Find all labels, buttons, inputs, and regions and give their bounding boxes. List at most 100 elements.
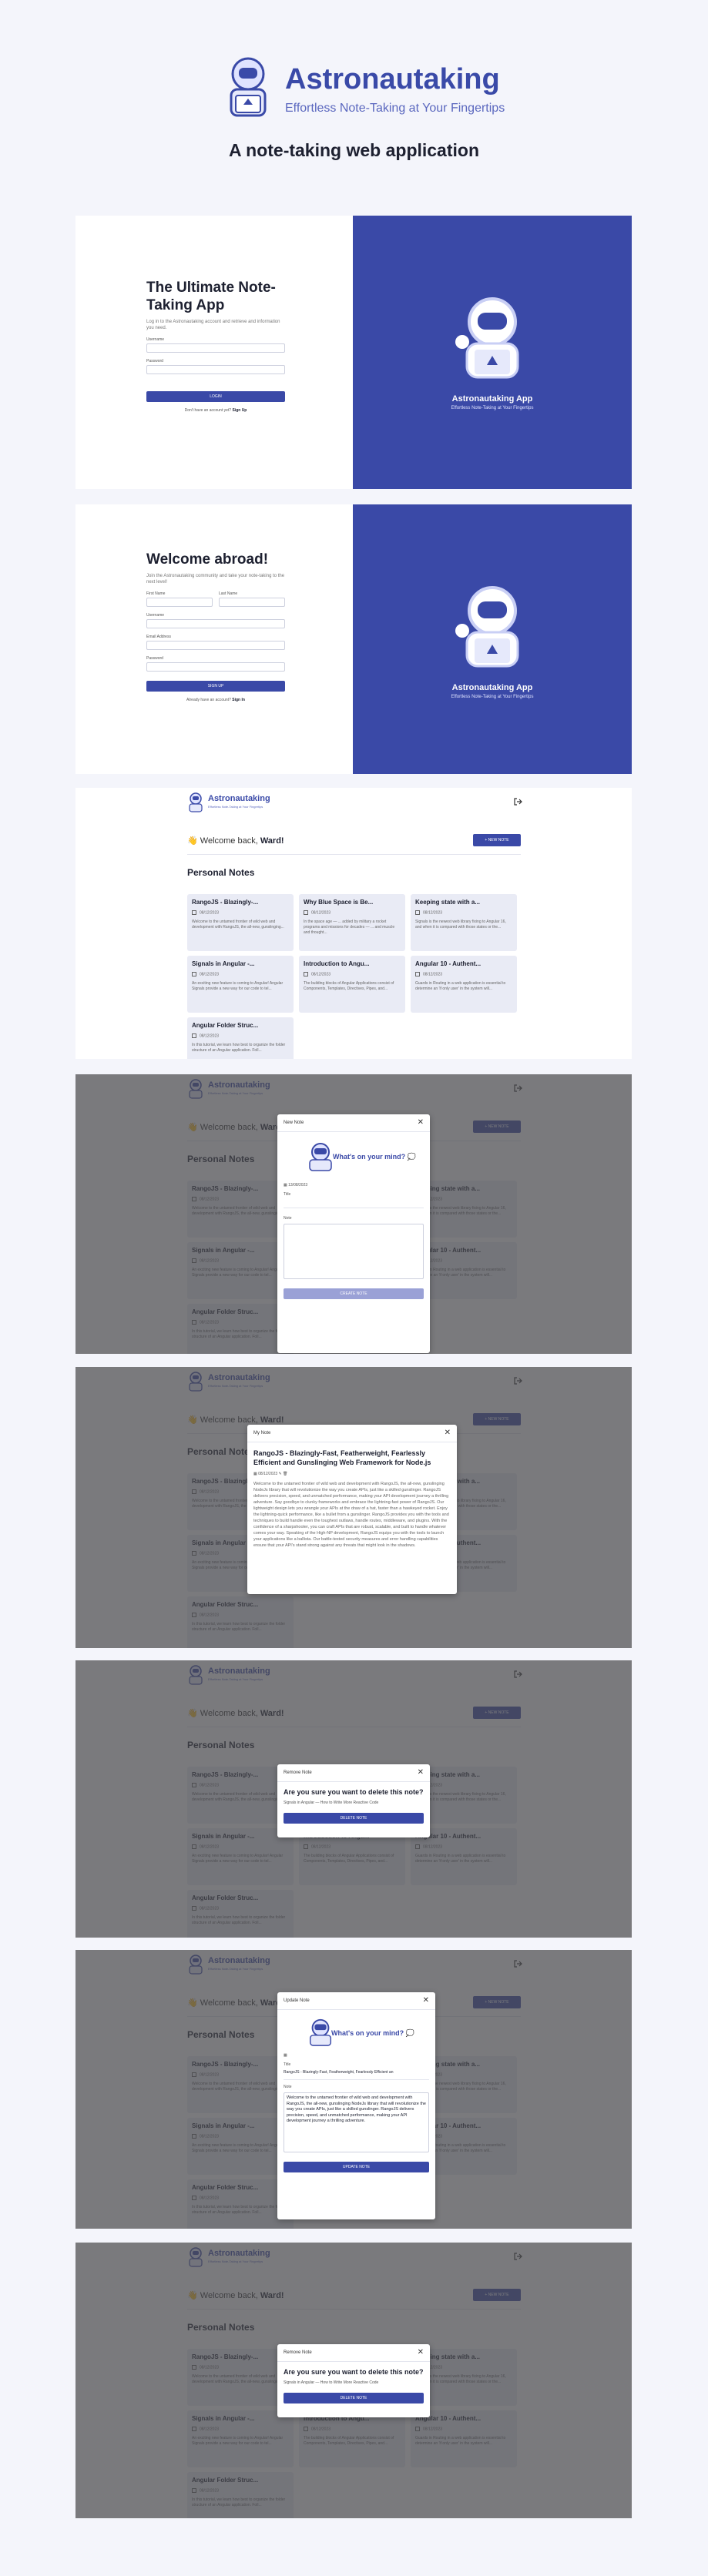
note-card-excerpt: The building blocks of Angular Applicati…	[304, 981, 394, 992]
create-note-button[interactable]: CREATE NOTE	[284, 1288, 424, 1299]
note-card-title: Introduction to Angu...	[304, 960, 370, 967]
close-icon[interactable]: ✕	[418, 1768, 424, 1777]
login-button[interactable]: LOGIN	[146, 391, 285, 402]
signin-link[interactable]: Sign In	[232, 698, 245, 702]
calendar-icon	[415, 910, 420, 915]
note-card[interactable]: Why Blue Space is Be... 08/12/2023 In the …	[299, 894, 405, 951]
delete-note-screen-2: Astronautaking Effortless Note-Taking at…	[75, 2243, 632, 2518]
close-icon[interactable]: ✕	[418, 1118, 424, 1127]
date-row: ▦ 13/08/2023	[284, 1183, 424, 1188]
welcome-message: 👋 Welcome back, Ward!	[187, 836, 284, 846]
app-title: Astronautaking App	[451, 683, 533, 692]
note-card-title: RangoJS - Blazingly-...	[192, 899, 259, 906]
email-label: Email Address	[146, 635, 171, 639]
note-card-date-text: 08/12/2023	[311, 972, 331, 977]
note-card[interactable]: Signals in Angular -... 08/12/2023 An exci…	[187, 956, 294, 1013]
note-textarea[interactable]: Welcome to the untamed frontier of wild …	[284, 2092, 429, 2152]
delete-question: Are you sure you want to delete this not…	[284, 1788, 424, 1796]
welcome-text: Welcome back,	[200, 836, 258, 846]
modal-header: Remove Note	[277, 1764, 430, 1782]
password-input[interactable]	[146, 662, 285, 672]
email-input[interactable]	[146, 641, 285, 650]
delete-note-modal: Remove Note ✕ Are you sure you want to d…	[277, 2344, 430, 2417]
delete-note-screen: Astronautaking Effortless Note-Taking at…	[75, 1660, 632, 1938]
first-name-input[interactable]	[146, 598, 213, 607]
signin-prompt: Already have an account? Sign In	[146, 698, 285, 702]
title-input[interactable]: RangoJS - Blazingly-Fast, Featherweight,…	[284, 2070, 429, 2075]
delete-question: Are you sure you want to delete this not…	[284, 2368, 424, 2376]
note-card-title: Why Blue Space is Be...	[304, 899, 374, 906]
note-card-excerpt: In the space age — ... added by military…	[304, 920, 395, 936]
last-name-input[interactable]	[219, 598, 285, 607]
password-input[interactable]	[146, 365, 285, 374]
delete-note-button[interactable]: DELETE NOTE	[284, 1813, 424, 1824]
view-note-screen: Astronautaking Effortless Note-Taking at…	[75, 1367, 632, 1648]
note-card[interactable]: RangoJS - Blazingly-... 08/12/2023 Welcome…	[187, 894, 294, 951]
signup-subtitle: Join the Astronautaking community and ta…	[146, 574, 285, 585]
hero-tagline: Effortless Note-Taking at Your Fingertip…	[285, 102, 505, 115]
trash-icon[interactable]: 🗑	[283, 1472, 287, 1476]
signup-link[interactable]: Sign Up	[232, 408, 247, 413]
note-card-date: 08/12/2023	[192, 972, 289, 976]
delete-note-button[interactable]: DELETE NOTE	[284, 2393, 424, 2403]
signup-form: Welcome abroad! Join the Astronautaking …	[146, 551, 285, 702]
close-icon[interactable]: ✕	[423, 1996, 429, 2005]
app-title: Astronautaking App	[451, 394, 533, 404]
note-card-title: Signals in Angular -...	[192, 960, 255, 967]
login-screen: The Ultimate Note-Taking App Log in to t…	[75, 216, 632, 489]
note-card[interactable]: Keeping state with a... 08/12/2023 Signals…	[411, 894, 517, 951]
edit-icon[interactable]: ✎	[279, 1472, 282, 1476]
note-date: 08/12/2023	[258, 1472, 278, 1476]
note-card-date: 08/12/2023	[192, 910, 289, 915]
note-card-date-text: 08/12/2023	[423, 972, 443, 977]
update-note-button[interactable]: UPDATE NOTE	[284, 2162, 429, 2172]
close-icon[interactable]: ✕	[445, 1429, 451, 1437]
note-card-excerpt: In this tutorial, we learn how best to o…	[192, 1043, 286, 1054]
password-label: Password	[146, 656, 163, 661]
view-note-modal: My Note ✕ RangoJS - Blazingly-Fast, Feat…	[247, 1425, 457, 1594]
title-label: Title	[284, 1192, 291, 1197]
dashboard: Astronautaking Effortless Note-Taking at…	[75, 788, 632, 1059]
note-card-excerpt: An exciting new feature is coming to Ang…	[192, 981, 284, 992]
signup-prompt: Don't have an account yet? Sign Up	[146, 408, 285, 413]
close-icon[interactable]: ✕	[418, 2348, 424, 2357]
note-card[interactable]: Introduction to Angu... 08/12/2023 The bui…	[299, 956, 405, 1013]
logout-icon[interactable]	[513, 797, 522, 806]
astronaut-logo-icon	[189, 792, 203, 812]
note-card-date: 08/12/2023	[304, 972, 401, 976]
note-card-date-text: 08/12/2023	[200, 1033, 220, 1039]
note-textarea[interactable]	[284, 1224, 424, 1279]
user-name: Ward!	[260, 836, 284, 846]
note-card-date: 08/12/2023	[415, 910, 512, 915]
login-title: The Ultimate Note-Taking App	[146, 280, 276, 313]
login-hero-panel: Astronautaking App Effortless Note-Takin…	[353, 216, 632, 489]
hero-subtitle: A note-taking web application	[229, 140, 479, 160]
signup-title: Welcome abroad!	[146, 551, 269, 568]
modal-prompt: What's on your mind? 💭	[333, 1153, 416, 1161]
signin-prompt-text: Already have an account?	[186, 698, 231, 702]
hero-brand: Astronautaking	[285, 63, 500, 95]
signup-button[interactable]: SIGN UP	[146, 681, 285, 692]
update-note-modal: Update Note ✕ What's on your mind? 💭 ▦ T…	[277, 1992, 435, 2219]
calendar-icon	[304, 910, 308, 915]
note-card-title: Angular 10 - Authent...	[415, 960, 482, 967]
signup-panel: Welcome abroad! Join the Astronautaking …	[75, 504, 353, 774]
delete-subject: Signals in Angular — How to Write More R…	[284, 2380, 379, 2385]
title-underline	[284, 2079, 429, 2080]
title-label: Title	[284, 2062, 291, 2067]
note-card[interactable]: Angular Folder Struc... 08/12/2023 In this…	[187, 1017, 294, 1059]
delete-note-modal: Remove Note ✕ Are you sure you want to d…	[277, 1764, 430, 1837]
note-card[interactable]: Angular 10 - Authent... 08/12/2023 Guards …	[411, 956, 517, 1013]
calendar-icon	[415, 972, 420, 976]
note-card-date: 08/12/2023	[304, 910, 401, 915]
note-label: Note	[284, 2085, 292, 2089]
note-card-date-text: 08/12/2023	[200, 972, 220, 977]
new-note-button[interactable]: + NEW NOTE	[473, 834, 521, 846]
note-card-date: 08/12/2023	[415, 972, 512, 976]
login-form: The Ultimate Note-Taking App Log in to t…	[146, 279, 285, 413]
username-input[interactable]	[146, 343, 285, 353]
note-date: 13/08/2023	[288, 1183, 308, 1188]
modal-header: Remove Note	[277, 2344, 430, 2362]
username-input[interactable]	[146, 619, 285, 628]
calendar-icon	[192, 972, 196, 976]
